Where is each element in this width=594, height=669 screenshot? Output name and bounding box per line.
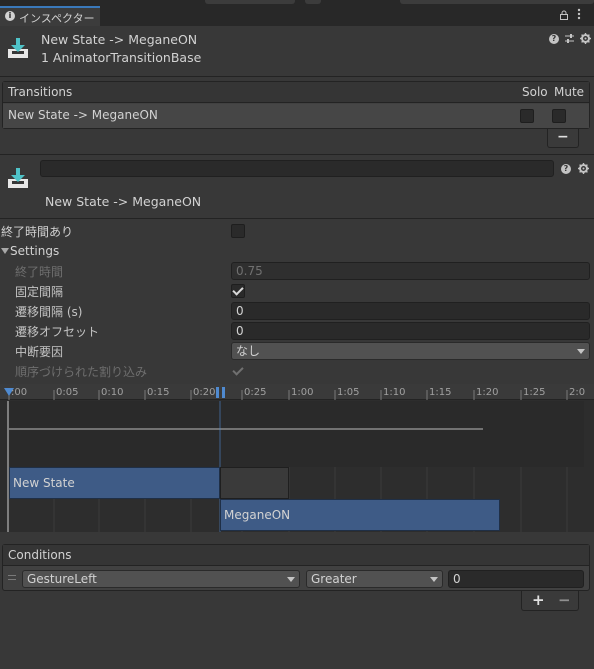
timeline-tick-label: 1:25 — [523, 387, 546, 398]
ordered-interruption-label: 順序づけられた割り込み — [15, 365, 148, 379]
header-title: New State -> MeganeON — [41, 32, 198, 47]
divider — [0, 154, 594, 155]
gear-icon[interactable] — [580, 33, 591, 44]
timeline-tick-label: 2:0 — [569, 387, 586, 398]
transition-offset-label: 遷移オフセット — [15, 325, 100, 339]
timeline-tick-label: 0:10 — [101, 387, 124, 398]
chevron-down-icon — [430, 577, 438, 582]
foldout-arrow-icon[interactable] — [1, 248, 9, 254]
timeline-tick-label: 1:10 — [383, 387, 406, 398]
transition-row-label: New State -> MeganeON — [8, 108, 158, 122]
transition-icon — [6, 166, 30, 190]
conditions-footer: + − — [521, 591, 579, 611]
condition-mode-dropdown[interactable]: Greater — [306, 570, 443, 588]
conditions-heading: Conditions — [8, 548, 72, 562]
help-icon[interactable]: ? — [549, 34, 559, 44]
condition-parameter-value: GestureLeft — [27, 572, 97, 586]
condition-row: GestureLeft Greater 0 — [3, 567, 589, 590]
timeline-tick-label: 0:05 — [56, 387, 79, 398]
transition-row[interactable]: New State -> MeganeON — [3, 104, 589, 128]
transition-icon — [6, 36, 30, 60]
timeline-tick-label: 0:20 — [193, 387, 216, 398]
transition-duration-label: 遷移間隔 (s) — [15, 305, 83, 319]
source-state-label: New State — [13, 476, 75, 490]
gear-icon[interactable] — [578, 163, 589, 174]
preset-icon[interactable] — [564, 33, 575, 44]
ordered-interruption-checkbox — [231, 364, 245, 378]
header-subtitle: 1 AnimatorTransitionBase — [41, 50, 202, 65]
timeline-tick-label: 1:05 — [337, 387, 360, 398]
info-icon: i — [5, 11, 15, 21]
timeline-tick-label: 1:15 — [429, 387, 452, 398]
divider — [0, 76, 594, 77]
lock-icon[interactable] — [559, 9, 569, 20]
timeline-tick-label: 0:15 — [147, 387, 170, 398]
condition-threshold-field[interactable]: 0 — [448, 570, 584, 588]
drag-handle-icon[interactable] — [8, 575, 16, 580]
timeline-tick-label: 1:00 — [291, 387, 314, 398]
settings-foldout-label[interactable]: Settings — [10, 244, 59, 258]
remove-condition-button[interactable]: − — [558, 591, 571, 609]
transition-title: New State -> MeganeON — [45, 194, 202, 209]
chevron-down-icon — [577, 349, 585, 354]
transitions-heading: Transitions — [8, 85, 73, 99]
top-toolbar-button[interactable] — [400, 0, 594, 4]
top-toolbar-button[interactable] — [305, 0, 321, 4]
exit-time-label: 終了時間 — [15, 265, 64, 279]
help-icon[interactable]: ? — [561, 164, 571, 174]
dest-state-label: MeganeON — [224, 508, 291, 522]
divider — [0, 218, 594, 219]
condition-mode-value: Greater — [311, 572, 357, 586]
conditions-list-header: Conditions — [3, 545, 589, 566]
conditions-list: Conditions GestureLeft Greater 0 — [2, 544, 590, 591]
remove-transition-button[interactable]: − — [557, 129, 569, 145]
condition-parameter-dropdown[interactable]: GestureLeft — [22, 570, 300, 588]
chevron-down-icon — [287, 577, 295, 582]
tab-bar: i インスペクター — [0, 0, 594, 26]
add-condition-button[interactable]: + — [532, 591, 545, 609]
transitions-list-header: Transitions Solo Mute — [3, 82, 589, 103]
dest-state-bar[interactable]: MeganeON — [220, 499, 500, 531]
source-state-bar-bg: New State — [9, 467, 289, 499]
top-toolbar-button[interactable] — [205, 0, 295, 4]
fixed-duration-label: 固定間隔 — [15, 285, 64, 299]
interruption-source-value: なし — [236, 344, 261, 358]
transition-marker-icon[interactable] — [216, 387, 225, 398]
transition-name-field[interactable] — [40, 160, 554, 177]
mute-column-header: Mute — [554, 85, 585, 99]
fixed-duration-checkbox[interactable] — [231, 284, 245, 298]
transition-remove-footer: − — [547, 129, 579, 148]
timeline-tick-label: 1:20 — [476, 387, 499, 398]
more-menu-icon[interactable] — [576, 8, 582, 20]
transitions-list: Transitions Solo Mute New State -> Megan… — [2, 81, 590, 129]
transition-offset-field[interactable]: 0 — [231, 322, 590, 340]
interruption-source-dropdown[interactable]: なし — [231, 342, 590, 360]
has-exit-time-checkbox[interactable] — [231, 224, 245, 238]
mute-checkbox[interactable] — [552, 109, 566, 123]
tab-label: インスペクター — [19, 12, 95, 25]
tab-inspector[interactable]: i インスペクター — [0, 6, 100, 26]
has-exit-time-label: 終了時間あり — [1, 225, 74, 239]
solo-checkbox[interactable] — [520, 109, 534, 123]
exit-time-field: 0.75 — [231, 262, 590, 280]
timeline-tick-label: 0:25 — [244, 387, 267, 398]
source-state-bar[interactable]: New State — [9, 467, 220, 499]
solo-column-header: Solo — [522, 85, 548, 99]
timeline-panel[interactable]: New State MeganeON — [0, 384, 594, 532]
source-state-tail — [220, 467, 289, 499]
timeline-tick-label: :00 — [11, 387, 28, 398]
transition-duration-field[interactable]: 0 — [231, 302, 590, 320]
interruption-source-label: 中断要因 — [15, 345, 64, 359]
